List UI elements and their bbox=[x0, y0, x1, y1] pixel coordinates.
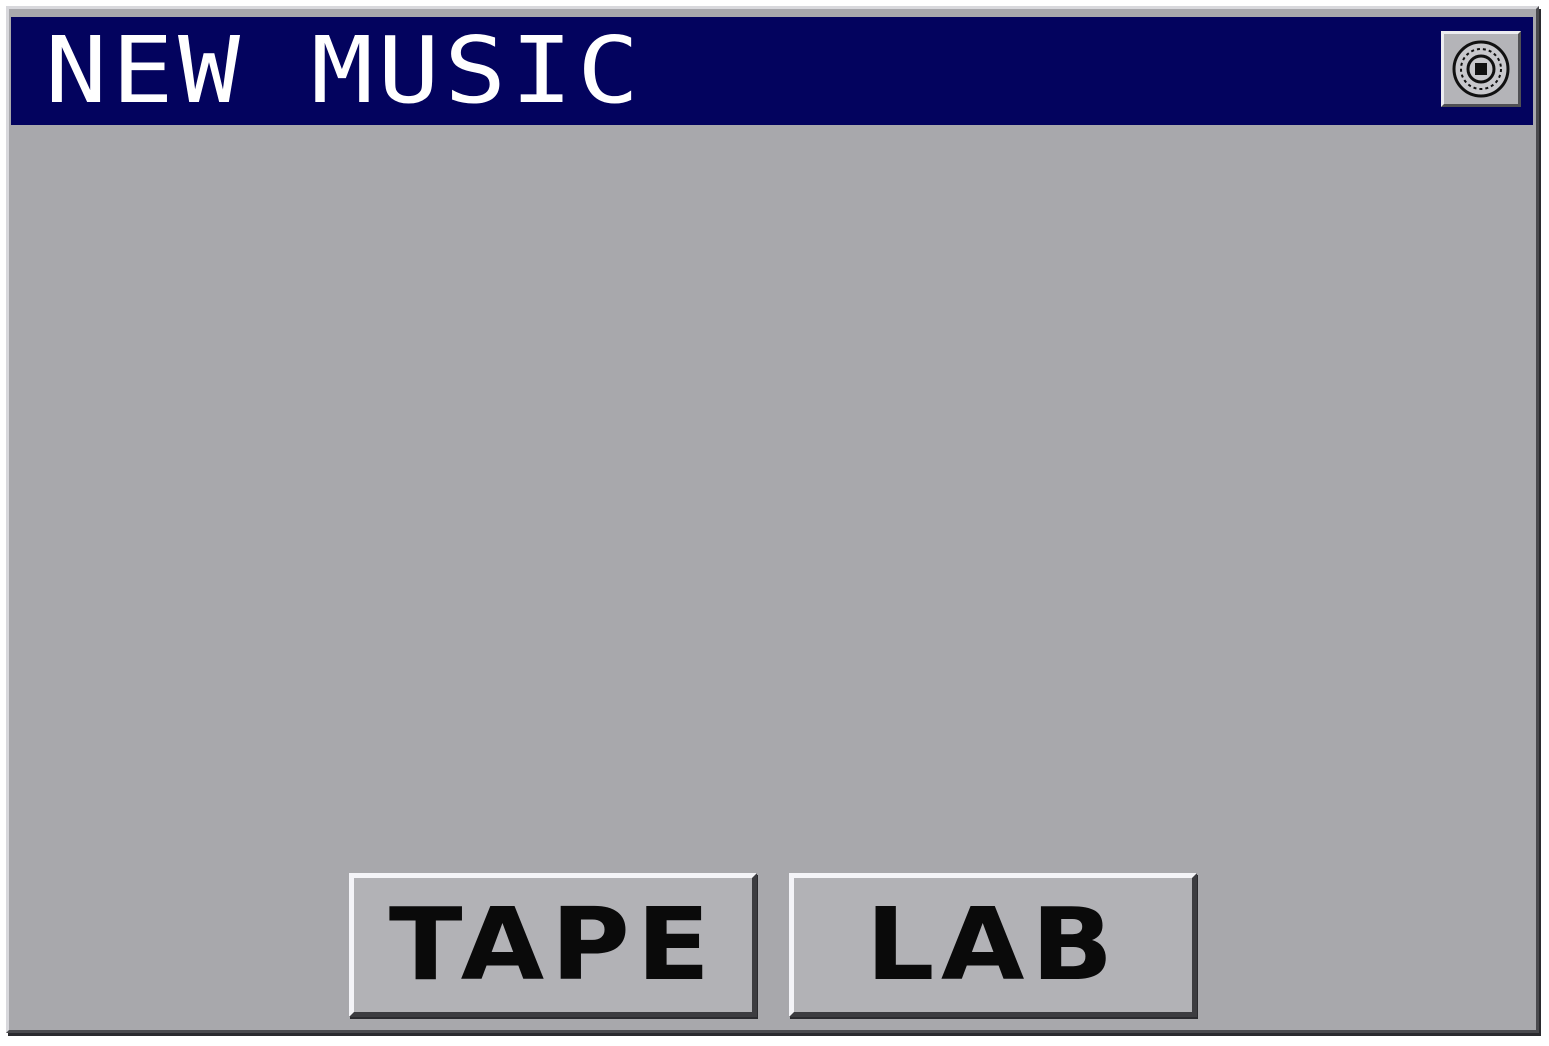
lab-button-label: LAB bbox=[865, 886, 1121, 1003]
tape-button-label: TAPE bbox=[389, 886, 717, 1003]
window-content: TAPE LAB bbox=[11, 127, 1533, 1027]
lab-button[interactable]: LAB bbox=[789, 873, 1197, 1017]
new-music-window: NEW MUSIC TAPE LAB bbox=[6, 6, 1539, 1033]
window-title: NEW MUSIC bbox=[45, 17, 644, 124]
tape-button[interactable]: TAPE bbox=[349, 873, 757, 1017]
cd-disc-icon bbox=[1452, 40, 1510, 98]
title-bar[interactable]: NEW MUSIC bbox=[11, 17, 1533, 125]
close-button[interactable] bbox=[1441, 31, 1521, 107]
